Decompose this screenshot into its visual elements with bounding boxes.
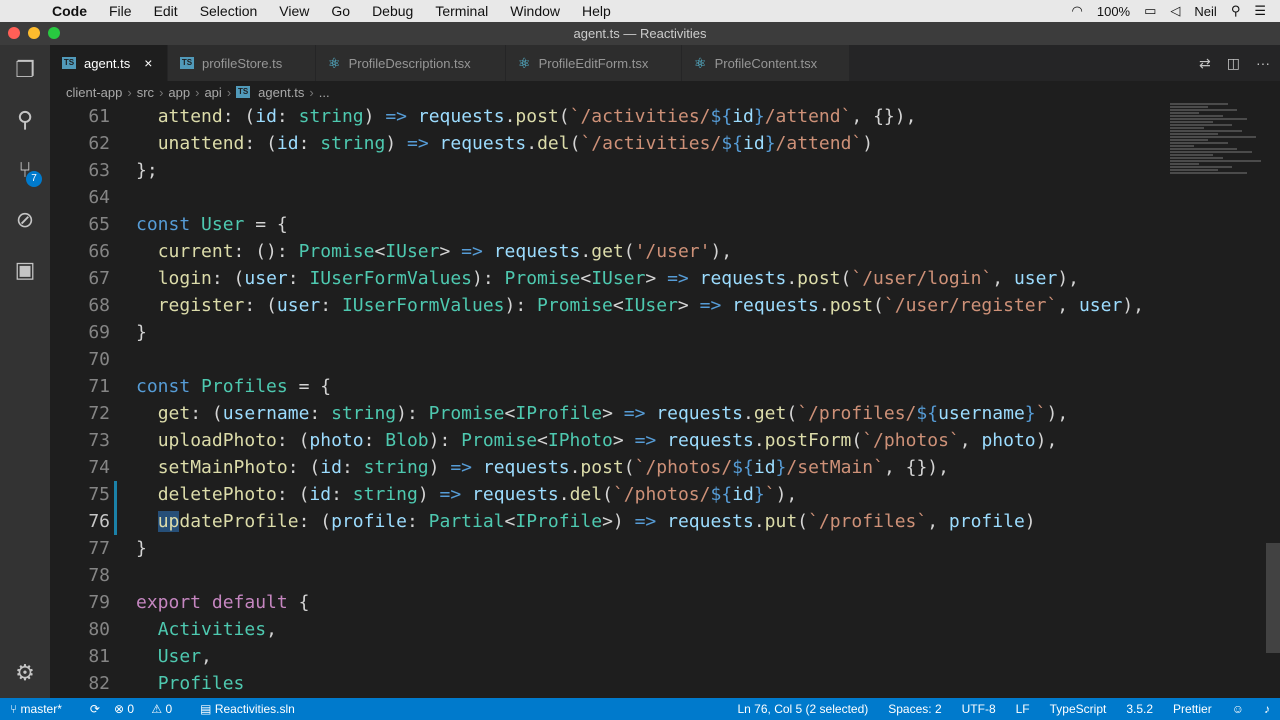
code-line[interactable]: 62 unattend: (id: string) => requests.de…	[50, 130, 1170, 157]
debug-icon[interactable]: ⊘	[12, 207, 38, 233]
tab-profilecontent-tsx[interactable]: ⚛ ProfileContent.tsx	[682, 45, 850, 81]
react-file-icon: ⚛	[518, 54, 531, 71]
more-actions-icon[interactable]: ···	[1256, 55, 1270, 71]
code-line[interactable]: 68 register: (user: IUserFormValues): Pr…	[50, 292, 1170, 319]
typescript-file-icon: TS	[236, 86, 251, 98]
close-icon[interactable]: ×	[144, 55, 152, 71]
menu-edit[interactable]: Edit	[154, 3, 178, 19]
code-line[interactable]: 63};	[50, 157, 1170, 184]
breadcrumb-item[interactable]: src	[137, 85, 154, 100]
line-ending[interactable]: LF	[1016, 702, 1030, 716]
code-line[interactable]: 75 deletePhoto: (id: string) => requests…	[50, 481, 1170, 508]
gear-icon[interactable]: ⚙	[12, 660, 38, 686]
breadcrumb: client-app › src › app › api › TS agent.ts › …	[50, 81, 1280, 103]
menu-help[interactable]: Help	[582, 3, 611, 19]
user-name[interactable]: Neil	[1194, 4, 1216, 19]
breadcrumb-item[interactable]: agent.ts	[258, 85, 304, 100]
indentation[interactable]: Spaces: 2	[888, 702, 941, 716]
formatter[interactable]: Prettier	[1173, 702, 1212, 716]
sync-icon[interactable]: ⟳	[90, 702, 100, 716]
feedback-icon[interactable]: ☺	[1232, 702, 1244, 716]
bell-icon[interactable]: ♪	[1264, 702, 1270, 716]
code-line[interactable]: 67 login: (user: IUserFormValues): Promi…	[50, 265, 1170, 292]
tab-label: profileStore.ts	[202, 55, 283, 71]
breadcrumb-item[interactable]: app	[168, 85, 190, 100]
code-line[interactable]: 65 const User = {	[50, 211, 1170, 238]
code-line[interactable]: 74 setMainPhoto: (id: string) => request…	[50, 454, 1170, 481]
menu-debug[interactable]: Debug	[372, 3, 413, 19]
breadcrumb-item[interactable]: client-app	[66, 85, 122, 100]
code-line[interactable]: 64	[50, 184, 1170, 211]
code-line[interactable]: 79 export default {	[50, 589, 1170, 616]
activity-bar: ❐ ⚲ ⑂ 7 ⊘ ▣ ⚙	[0, 45, 50, 698]
window-title: agent.ts — Reactivities	[573, 26, 707, 41]
menu-terminal[interactable]: Terminal	[435, 3, 488, 19]
code-line[interactable]: 61 attend: (id: string) => requests.post…	[50, 103, 1170, 130]
code-line[interactable]: 78	[50, 562, 1170, 589]
volume-icon[interactable]: ◁	[1170, 3, 1180, 19]
encoding[interactable]: UTF-8	[962, 702, 996, 716]
spotlight-icon[interactable]: ⚲	[1231, 3, 1241, 19]
search-icon[interactable]: ⚲	[12, 107, 38, 133]
menu-view[interactable]: View	[279, 3, 309, 19]
git-branch[interactable]: ⑂ master*	[10, 702, 76, 716]
code-line[interactable]: 70	[50, 346, 1170, 373]
open-changes-icon[interactable]: ⇄	[1199, 55, 1211, 72]
window-titlebar: agent.ts — Reactivities	[0, 22, 1280, 45]
code-line[interactable]: 81 User,	[50, 643, 1170, 670]
cursor-position[interactable]: Ln 76, Col 5 (2 selected)	[738, 702, 869, 716]
breadcrumb-item[interactable]: api	[204, 85, 221, 100]
battery-icon[interactable]: ▭	[1144, 3, 1156, 19]
problems-indicator[interactable]: ⊗ 0 ⚠ 0	[114, 702, 186, 716]
wifi-icon[interactable]: ◠	[1072, 3, 1083, 19]
notification-center-icon[interactable]: ☰	[1254, 3, 1266, 19]
tab-actions: ⇄ ◫ ···	[1183, 45, 1270, 81]
editor-scrollbar-thumb[interactable]	[1266, 543, 1280, 653]
zoom-window-button[interactable]	[48, 27, 60, 39]
tab-label: agent.ts	[84, 55, 131, 71]
menu-selection[interactable]: Selection	[200, 3, 258, 19]
code-line[interactable]: 72 get: (username: string): Promise<IPro…	[50, 400, 1170, 427]
code-line[interactable]: 73 uploadPhoto: (photo: Blob): Promise<I…	[50, 427, 1170, 454]
menu-window[interactable]: Window	[510, 3, 560, 19]
tab-label: ProfileEditForm.tsx	[538, 55, 649, 71]
menu-file[interactable]: File	[109, 3, 132, 19]
scm-badge: 7	[26, 171, 42, 187]
code-line[interactable]: 69}	[50, 319, 1170, 346]
split-editor-icon[interactable]: ◫	[1227, 55, 1240, 72]
menubar-status-area: ◠ 100% ▭ ◁ Neil ⚲ ☰	[1072, 0, 1280, 22]
code-line[interactable]: 77}	[50, 535, 1170, 562]
code-editor[interactable]: 61 attend: (id: string) => requests.post…	[50, 103, 1280, 698]
code-line[interactable]: 82 Profiles	[50, 670, 1170, 697]
code-line-current[interactable]: 76 updateProfile: (profile: Partial<IPro…	[50, 508, 1170, 535]
tab-agent-ts[interactable]: TS agent.ts ×	[50, 45, 168, 81]
editor-tabs: TS agent.ts × TS profileStore.ts ⚛ Profi…	[50, 45, 1280, 81]
tab-profilestore-ts[interactable]: TS profileStore.ts	[168, 45, 316, 81]
tab-profileeditform-tsx[interactable]: ⚛ ProfileEditForm.tsx	[506, 45, 682, 81]
code-line[interactable]: 80 Activities,	[50, 616, 1170, 643]
close-window-button[interactable]	[8, 27, 20, 39]
menu-go[interactable]: Go	[331, 3, 350, 19]
tab-profiledescription-tsx[interactable]: ⚛ ProfileDescription.tsx	[316, 45, 506, 81]
extensions-icon[interactable]: ▣	[12, 257, 38, 283]
breadcrumb-item[interactable]: ...	[319, 85, 330, 100]
code-line[interactable]: 71 const Profiles = {	[50, 373, 1170, 400]
tab-label: ProfileDescription.tsx	[348, 55, 471, 71]
code-line[interactable]: 66 current: (): Promise<IUser> => reques…	[50, 238, 1170, 265]
language-mode[interactable]: TypeScript	[1050, 702, 1107, 716]
typescript-file-icon: TS	[62, 57, 76, 69]
explorer-icon[interactable]: ❐	[12, 57, 38, 83]
app-menu[interactable]: Code	[52, 3, 87, 19]
react-file-icon: ⚛	[694, 54, 707, 71]
ts-version[interactable]: 3.5.2	[1126, 702, 1153, 716]
tab-label: ProfileContent.tsx	[714, 55, 818, 71]
status-bar: ⑂ master* ⟳ ⊗ 0 ⚠ 0 ▤ Reactivities.sln L…	[0, 698, 1280, 720]
typescript-file-icon: TS	[180, 57, 194, 69]
minimize-window-button[interactable]	[28, 27, 40, 39]
react-file-icon: ⚛	[328, 54, 341, 71]
solution-indicator[interactable]: ▤ Reactivities.sln	[200, 702, 309, 716]
macos-menubar: Code File Edit Selection View Go Debug T…	[0, 0, 1280, 22]
minimap[interactable]	[1170, 103, 1266, 283]
battery-label[interactable]: 100%	[1097, 4, 1130, 19]
